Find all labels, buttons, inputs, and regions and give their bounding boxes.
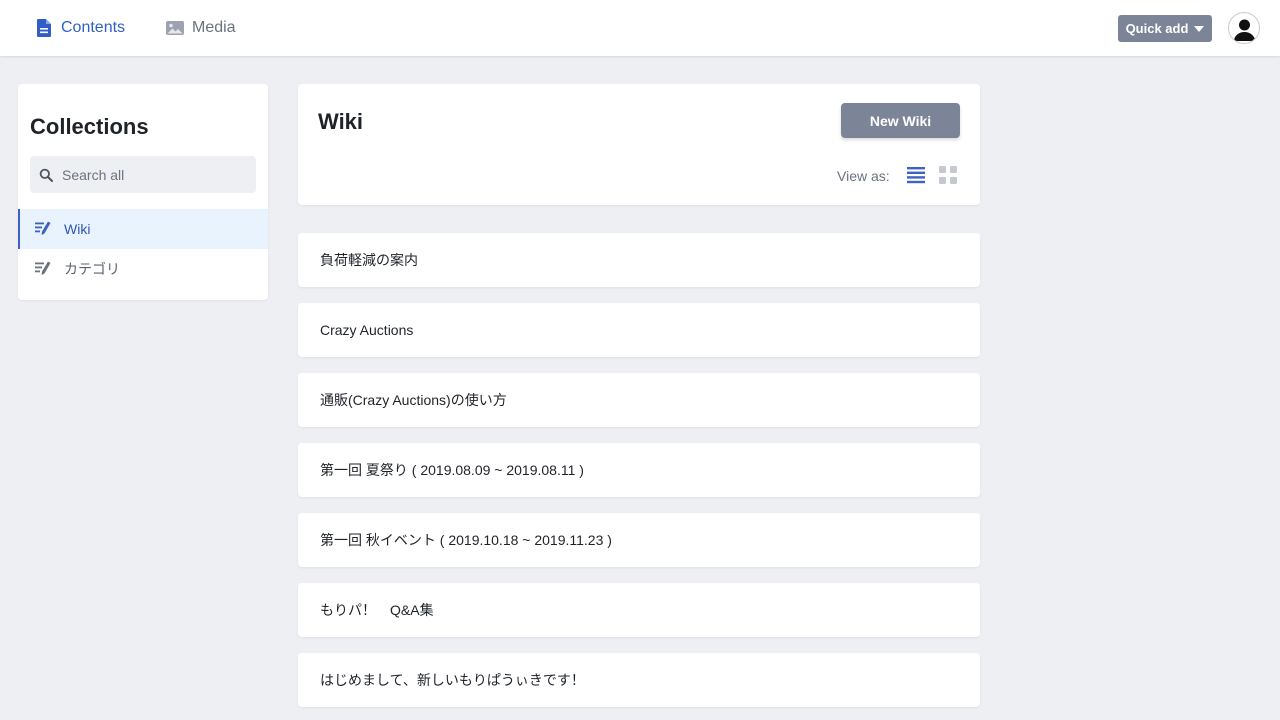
sidebar-item-label: カテゴリ [64, 261, 120, 277]
caret-down-icon [1194, 25, 1205, 32]
nav-media-link[interactable]: Media [165, 0, 236, 56]
grid-view-icon[interactable] [938, 165, 958, 185]
user-icon [1234, 19, 1255, 41]
top-navigation-bar: Contents Media Quick add [0, 0, 1280, 56]
search-input[interactable] [62, 166, 242, 183]
search-box [30, 156, 256, 193]
collections-sidebar: Collections Wiki カテゴリ [18, 84, 268, 300]
quick-add-button[interactable]: Quick add [1118, 15, 1212, 42]
wiki-entry[interactable]: はじめまして、新しいもりぱうぃきです！ [298, 653, 980, 707]
wiki-entry[interactable]: Crazy Auctions [298, 303, 980, 357]
wiki-entry[interactable]: 第一回 秋イベント ( 2019.10.18 ~ 2019.11.23 ) [298, 513, 980, 567]
image-icon [166, 21, 184, 35]
wiki-entry[interactable]: 負荷軽減の案内 [298, 233, 980, 287]
search-icon [39, 168, 53, 182]
sidebar-title: Collections [30, 114, 149, 139]
sidebar-item-wiki[interactable]: Wiki [18, 209, 268, 249]
collection-header: Wiki New Wiki View as: [298, 84, 980, 205]
sidebar-item-category[interactable]: カテゴリ [18, 249, 268, 289]
page-title: Wiki [318, 109, 364, 134]
collection-edit-icon [35, 221, 51, 235]
collection-edit-icon [35, 261, 51, 275]
user-avatar[interactable] [1228, 12, 1260, 44]
view-as-label: View as: [837, 168, 890, 184]
wiki-entry[interactable]: もりパ！ Q&A集 [298, 583, 980, 637]
quick-add-label: Quick add [1125, 21, 1189, 36]
nav-media-label: Media [192, 19, 236, 36]
nav-contents-label: Contents [61, 19, 126, 36]
wiki-entry[interactable]: 第一回 夏祭り ( 2019.08.09 ~ 2019.08.11 ) [298, 443, 980, 497]
sidebar-item-label: Wiki [64, 221, 91, 237]
list-view-icon[interactable] [906, 165, 926, 185]
wiki-entry[interactable]: 通販(Crazy Auctions)の使い方 [298, 373, 980, 427]
new-wiki-button[interactable]: New Wiki [841, 103, 960, 138]
document-icon [37, 19, 51, 37]
nav-contents-link[interactable]: Contents [34, 0, 125, 56]
